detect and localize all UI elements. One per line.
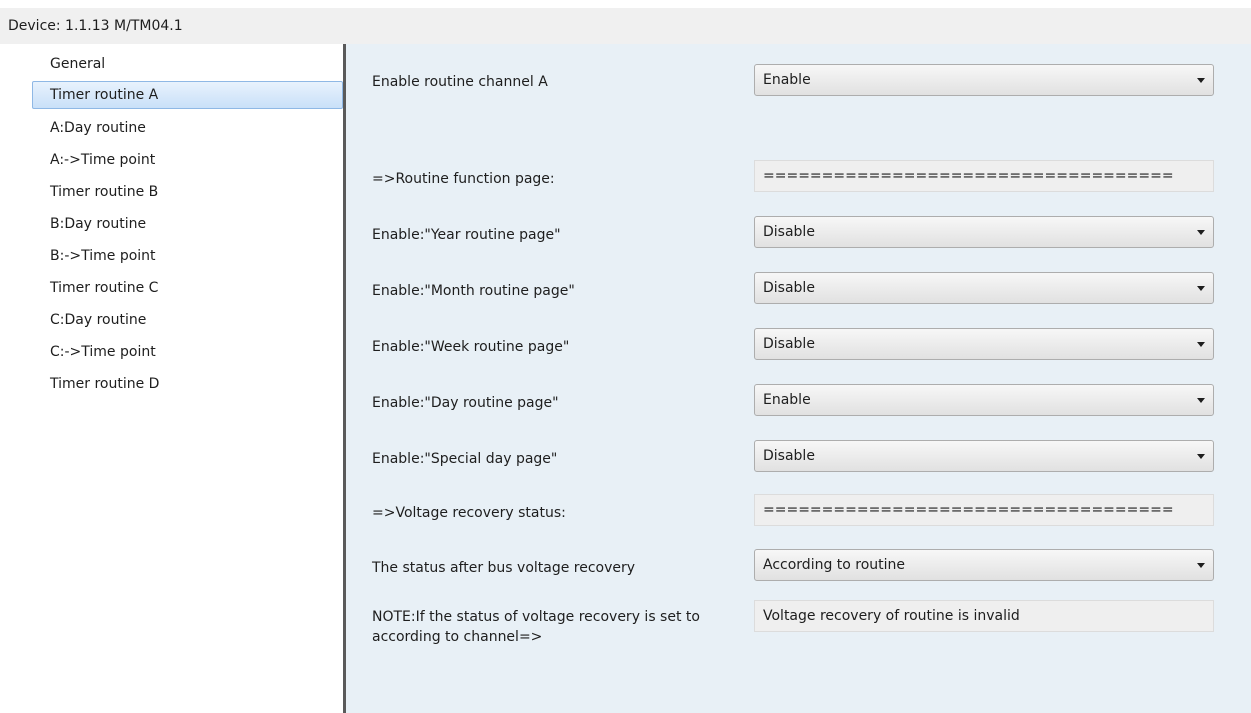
sidebar-item-c-day-routine[interactable]: C:Day routine — [32, 306, 343, 334]
routine-function-page-value: =================================== — [763, 168, 1174, 184]
week-routine-page-label: Enable:"Week routine page" — [372, 339, 570, 355]
enable-channel-a-label: Enable routine channel A — [372, 74, 548, 90]
window-title: Device: 1.1.13 M/TM04.1 — [8, 18, 183, 34]
parameter-nav-sidebar: General Timer routine A A:Day routine A:… — [0, 44, 343, 713]
year-routine-page-select[interactable]: Disable — [754, 216, 1214, 248]
note-value: Voltage recovery of routine is invalid — [763, 608, 1020, 624]
status-after-recovery-value: According to routine — [763, 557, 906, 573]
chevron-down-icon — [1197, 230, 1205, 235]
status-after-recovery-label: The status after bus voltage recovery — [372, 560, 636, 576]
sidebar-item-a-time-point[interactable]: A:->Time point — [32, 146, 343, 174]
status-after-recovery-select[interactable]: According to routine — [754, 549, 1214, 581]
sidebar-item-a-day-routine[interactable]: A:Day routine — [32, 114, 343, 142]
enable-channel-a-select[interactable]: Enable — [754, 64, 1214, 96]
chevron-down-icon — [1197, 454, 1205, 459]
sidebar-item-b-day-routine[interactable]: B:Day routine — [32, 210, 343, 238]
chevron-down-icon — [1197, 563, 1205, 568]
note-readonly-field: Voltage recovery of routine is invalid — [754, 600, 1214, 632]
sidebar-item-timer-routine-c[interactable]: Timer routine C — [32, 274, 343, 302]
special-day-page-value: Disable — [763, 448, 815, 464]
day-routine-page-label: Enable:"Day routine page" — [372, 395, 559, 411]
week-routine-page-value: Disable — [763, 336, 815, 352]
special-day-page-select[interactable]: Disable — [754, 440, 1214, 472]
routine-function-page-label: =>Routine function page: — [372, 171, 555, 187]
sidebar-item-timer-routine-b[interactable]: Timer routine B — [32, 178, 343, 206]
day-routine-page-value: Enable — [763, 392, 811, 408]
day-routine-page-select[interactable]: Enable — [754, 384, 1214, 416]
sidebar-item-general[interactable]: General — [32, 50, 343, 78]
note-label: NOTE:If the status of voltage recovery i… — [372, 609, 700, 645]
window-title-bar: Device: 1.1.13 M/TM04.1 — [0, 8, 1251, 44]
sidebar-item-timer-routine-a[interactable]: Timer routine A — [32, 81, 343, 109]
chevron-down-icon — [1197, 342, 1205, 347]
sidebar-item-b-time-point[interactable]: B:->Time point — [32, 242, 343, 270]
sidebar-item-c-time-point[interactable]: C:->Time point — [32, 338, 343, 366]
enable-channel-a-value: Enable — [763, 72, 811, 88]
week-routine-page-select[interactable]: Disable — [754, 328, 1214, 360]
special-day-page-label: Enable:"Special day page" — [372, 451, 558, 467]
year-routine-page-label: Enable:"Year routine page" — [372, 227, 561, 243]
parameter-panel: Enable routine channel A Enable =>Routin… — [346, 44, 1251, 713]
voltage-recovery-status-separator: =================================== — [754, 494, 1214, 526]
year-routine-page-value: Disable — [763, 224, 815, 240]
month-routine-page-value: Disable — [763, 280, 815, 296]
month-routine-page-label: Enable:"Month routine page" — [372, 283, 575, 299]
sidebar-item-timer-routine-d[interactable]: Timer routine D — [32, 370, 343, 398]
month-routine-page-select[interactable]: Disable — [754, 272, 1214, 304]
routine-function-page-separator: =================================== — [754, 160, 1214, 192]
chevron-down-icon — [1197, 398, 1205, 403]
voltage-recovery-status-label: =>Voltage recovery status: — [372, 505, 566, 521]
chevron-down-icon — [1197, 286, 1205, 291]
chevron-down-icon — [1197, 78, 1205, 83]
voltage-recovery-status-value: =================================== — [763, 502, 1174, 518]
